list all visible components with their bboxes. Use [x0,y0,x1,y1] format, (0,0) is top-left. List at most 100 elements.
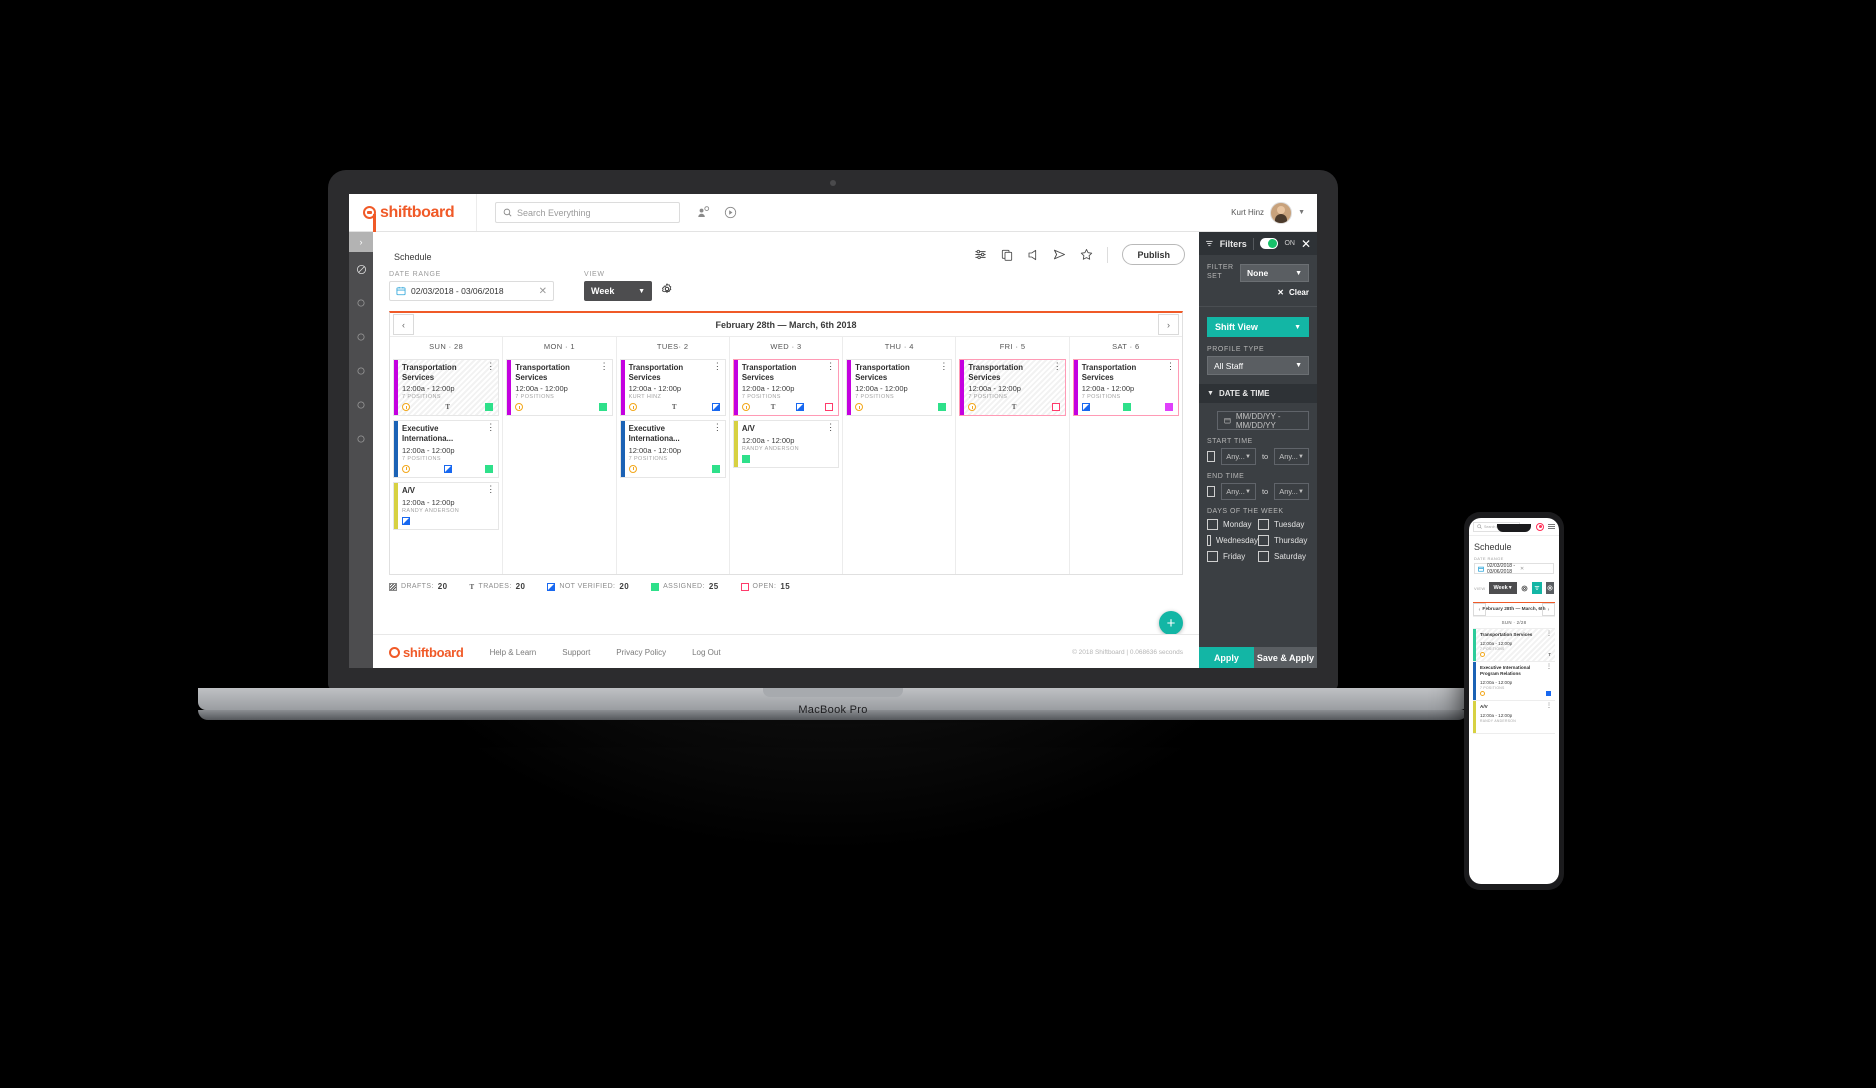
shift-card[interactable]: ⋮ Transportation Services 12:00a - 12:00p 7… [1072,359,1179,417]
shift-view-select[interactable]: Shift View ▼ [1207,317,1309,337]
shift-menu-icon[interactable]: ⋮ [713,423,722,432]
shift-card[interactable]: ⋮ Transportation Services 12:00a - 12:00p 7… [732,359,840,417]
star-icon[interactable] [1080,248,1093,261]
clock-badge-icon [1480,652,1485,658]
shift-menu-icon[interactable]: ⋮ [1166,362,1175,371]
shift-menu-icon[interactable]: ⋮ [1546,664,1552,670]
phone-shift-card[interactable]: ⋮ A/V 12:00a - 12:00p RANDY ANDERSON [1473,700,1555,734]
day-checkbox[interactable] [1258,535,1269,546]
day-checkbox-item[interactable]: Saturday [1258,551,1309,562]
day-checkbox[interactable] [1207,535,1211,546]
phone-settings-gear-icon[interactable] [1521,579,1528,597]
clear-date-icon[interactable]: ✕ [539,286,547,297]
day-checkbox[interactable] [1258,551,1269,562]
user-menu[interactable]: Kurt Hinz ▼ [1231,194,1305,231]
shift-card[interactable]: ⋮ A/V 12:00a - 12:00p RANDY ANDERSON [732,420,840,469]
next-week-button[interactable]: › [1158,314,1179,335]
profile-type-select[interactable]: All Staff ▼ [1207,356,1309,375]
day-checkbox-item[interactable]: Tuesday [1258,519,1309,530]
sidebar-expand-button[interactable]: › [349,232,373,252]
shift-card[interactable]: ⋮ Executive Internationa... 12:00a - 12:00… [393,420,500,478]
sidebar-item-5[interactable] [349,388,373,422]
shift-menu-icon[interactable]: ⋮ [939,362,948,371]
view-select[interactable]: Week ▼ [584,281,652,301]
start-time-checkbox[interactable] [1207,451,1216,462]
phone-shift-card[interactable]: ⋮ Transportation Services 12:00a - 12:00p 7… [1473,629,1555,662]
announce-icon[interactable] [1027,249,1039,261]
phone-view-select[interactable]: Week ▼ [1489,582,1517,594]
send-icon[interactable] [1053,248,1066,261]
shift-menu-icon[interactable]: ⋮ [486,362,495,371]
clear-filters-button[interactable]: ✕ Clear [1207,288,1309,297]
start-time-from-select[interactable]: Any... ▼ [1221,448,1256,465]
filter-set-label: FILTER SET [1207,264,1234,280]
publish-button[interactable]: Publish [1122,244,1185,265]
shift-menu-icon[interactable]: ⋮ [826,362,835,371]
shift-menu-icon[interactable]: ⋮ [486,423,495,432]
phone-next-button[interactable]: › [1542,603,1555,616]
shift-badges [1480,724,1551,730]
save-apply-button[interactable]: Save & Apply [1253,647,1317,668]
record-icon[interactable] [1536,522,1544,531]
add-shift-button[interactable]: + [1159,611,1183,635]
brand-logo[interactable]: shiftboard [349,194,477,231]
end-time-to-select[interactable]: Any... ▼ [1274,483,1309,500]
phone-settings-button[interactable] [1545,582,1554,594]
date-range-input[interactable]: 02/03/2018 - 03/06/2018 ✕ [389,281,554,301]
shift-menu-icon[interactable]: ⋮ [1546,703,1552,709]
footer-link-logout[interactable]: Log Out [692,648,720,657]
start-time-to-select[interactable]: Any... ▼ [1274,448,1309,465]
shift-card[interactable]: ⋮ Transportation Services 12:00a - 12:00p 7… [959,359,1066,417]
play-circle-icon[interactable] [724,206,737,219]
end-time-checkbox[interactable] [1207,486,1216,497]
footer-link-privacy[interactable]: Privacy Policy [616,648,666,657]
phone-prev-button[interactable]: ‹ [1473,603,1486,616]
sidebar-item-6[interactable] [349,422,373,456]
apply-button[interactable]: Apply [1199,647,1254,668]
sidebar-item-3[interactable] [349,320,373,354]
day-checkbox[interactable] [1207,519,1218,530]
prev-week-button[interactable]: ‹ [393,314,414,335]
shift-card[interactable]: ⋮ Transportation Services 12:00a - 12:00p 7… [846,359,953,417]
filters-sliders-icon[interactable] [974,248,987,261]
filter-set-select[interactable]: None ▼ [1240,264,1309,282]
view-settings-gear-icon[interactable] [661,282,673,300]
sidebar-item-2[interactable] [349,286,373,320]
day-checkbox-item[interactable]: Wednesday [1207,535,1258,546]
phone-clear-date-icon[interactable]: ✕ [1520,566,1550,572]
day-checkbox-item[interactable]: Friday [1207,551,1258,562]
shift-badges [515,402,607,412]
shift-card[interactable]: ⋮ A/V 12:00a - 12:00p RANDY ANDERSON [393,481,500,530]
day-checkbox-item[interactable]: Thursday [1258,535,1309,546]
shift-menu-icon[interactable]: ⋮ [486,484,495,493]
day-checkbox-item[interactable]: Monday [1207,519,1258,530]
footer-link-support[interactable]: Support [562,648,590,657]
date-time-section-header[interactable]: ▼ DATE & TIME [1199,384,1317,403]
shift-card[interactable]: ⋮ Transportation Services 12:00a - 12:00p 7… [506,359,613,417]
day-checkbox[interactable] [1207,551,1218,562]
day-checkbox[interactable] [1258,519,1269,530]
shift-menu-icon[interactable]: ⋮ [600,362,609,371]
footer-link-help[interactable]: Help & Learn [490,648,537,657]
close-icon[interactable]: ✕ [1301,237,1311,251]
phone-filter-button[interactable] [1531,582,1542,594]
copy-icon[interactable] [1001,249,1013,261]
sidebar-item-schedule[interactable] [349,252,373,286]
shift-menu-icon[interactable]: ⋮ [1546,631,1552,637]
phone-shift-card[interactable]: ⋮ Executive International Program Relatio… [1473,661,1555,701]
end-time-from-select[interactable]: Any... ▼ [1221,483,1256,500]
filters-toggle[interactable] [1259,238,1279,249]
shift-card[interactable]: ⋮ Executive Internationa... 12:00a - 12:00… [619,420,726,478]
menu-icon[interactable] [1548,523,1555,530]
shift-menu-icon[interactable]: ⋮ [1053,362,1062,371]
filter-date-input[interactable]: MM/DD/YY - MM/DD/YY [1217,411,1309,430]
shift-card[interactable]: ⋮ Transportation Services 12:00a - 12:00p K… [619,359,726,417]
shift-menu-icon[interactable]: ⋮ [713,362,722,371]
footer-logo[interactable]: shiftboard [389,645,464,660]
user-help-icon[interactable] [697,206,710,219]
shift-card[interactable]: ⋮ Transportation Services 12:00a - 12:00p 7… [393,359,500,417]
shift-menu-icon[interactable]: ⋮ [826,423,835,432]
search-input[interactable]: Search Everything [495,202,680,223]
phone-date-range-input[interactable]: 02/03/2018 - 03/06/2018 ✕ [1474,563,1554,575]
sidebar-item-4[interactable] [349,354,373,388]
